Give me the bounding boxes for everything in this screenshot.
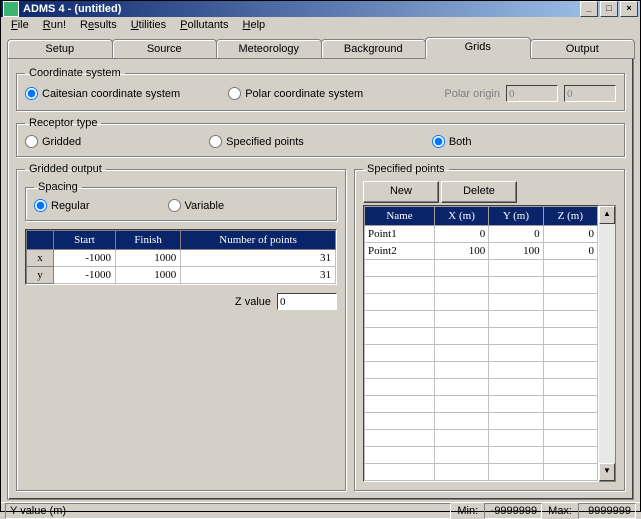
col-start: Start [54,231,116,250]
menu-help[interactable]: Help [237,18,272,32]
tab-source[interactable]: Source [112,39,218,59]
coordinate-system-group: Coordinate system Caitesian coordinate s… [16,67,625,111]
radio-polar[interactable]: Polar coordinate system [228,87,363,100]
close-button[interactable]: × [620,1,638,17]
table-row[interactable] [365,396,598,413]
spacing-group: Spacing Regular Variable [25,181,337,221]
table-row[interactable]: Point2 100 100 0 [365,243,598,260]
tab-meteorology[interactable]: Meteorology [216,39,322,59]
radio-specified-input[interactable] [209,135,222,148]
table-row[interactable] [365,345,598,362]
scroll-down-icon[interactable]: ▼ [599,463,615,481]
status-min: -9999999 [484,503,542,519]
z-value-input[interactable] [277,293,337,310]
spacing-legend: Spacing [34,181,82,193]
scroll-track[interactable] [599,224,615,463]
radio-regular[interactable]: Regular [34,199,90,212]
specified-scrollbar[interactable]: ▲ ▼ [599,205,616,482]
specified-points-group: Specified points New Delete Name X (m) [354,163,625,491]
tab-output[interactable]: Output [530,39,636,59]
minimize-button[interactable]: _ [580,1,598,17]
specified-points-legend: Specified points [363,163,449,175]
menu-run[interactable]: Run! [37,18,72,32]
table-row[interactable]: y -1000 1000 31 [27,267,336,284]
app-icon [3,1,19,17]
tab-grids[interactable]: Grids [425,37,531,59]
receptor-type-group: Receptor type Gridded Specified points B… [16,117,625,157]
table-row[interactable] [365,379,598,396]
z-value-label: Z value [235,296,271,308]
menu-results[interactable]: Results [74,18,123,32]
menu-pollutants[interactable]: Pollutants [174,18,234,32]
radio-variable-input[interactable] [168,199,181,212]
radio-gridded[interactable]: Gridded [25,135,81,148]
polar-origin-label: Polar origin [444,88,500,100]
menu-utilities[interactable]: Utilities [125,18,172,32]
tab-strip: Setup Source Meteorology Background Grid… [7,37,634,59]
status-field: Y value (m) [5,503,451,519]
status-min-label: Min: [457,505,478,517]
gridded-table-wrap: Start Finish Number of points x -1000 10… [25,229,337,285]
radio-both-input[interactable] [432,135,445,148]
radio-variable[interactable]: Variable [168,199,225,212]
statusbar: Y value (m) Min: -9999999 Max: 9999999 [1,502,640,519]
table-row[interactable] [365,277,598,294]
specified-table-wrap: Name X (m) Y (m) Z (m) Point1 0 0 0 [363,205,599,482]
radio-regular-input[interactable] [34,199,47,212]
table-row[interactable] [365,447,598,464]
radio-cartesian[interactable]: Caitesian coordinate system [25,87,180,100]
table-row[interactable] [365,413,598,430]
table-row[interactable] [365,294,598,311]
polar-origin-y [564,85,616,102]
table-row[interactable] [365,311,598,328]
col-finish: Finish [115,231,180,250]
radio-polar-input[interactable] [228,87,241,100]
radio-gridded-input[interactable] [25,135,38,148]
polar-origin-x [506,85,558,102]
receptor-type-legend: Receptor type [25,117,101,129]
tab-background[interactable]: Background [321,39,427,59]
gridded-output-legend: Gridded output [25,163,106,175]
new-button[interactable]: New [363,181,439,203]
maximize-button[interactable]: □ [600,1,618,17]
menu-file[interactable]: File [5,18,35,32]
sp-col-name: Name [365,207,435,226]
menubar: File Run! Results Utilities Pollutants H… [1,17,640,33]
tab-page-grids: Coordinate system Caitesian coordinate s… [7,59,634,500]
specified-points-table[interactable]: Name X (m) Y (m) Z (m) Point1 0 0 0 [364,206,598,481]
tab-setup[interactable]: Setup [7,39,113,59]
app-window: ADMS 4 - (untitled) _ □ × File Run! Resu… [0,0,641,512]
sp-col-y: Y (m) [489,207,543,226]
titlebar: ADMS 4 - (untitled) _ □ × [1,1,640,17]
col-npoints: Number of points [181,231,336,250]
coordinate-system-legend: Coordinate system [25,67,125,79]
delete-button[interactable]: Delete [441,181,517,203]
gridded-table[interactable]: Start Finish Number of points x -1000 10… [26,230,336,284]
client-area: Setup Source Meteorology Background Grid… [1,33,640,502]
table-row[interactable]: x -1000 1000 31 [27,250,336,267]
table-row[interactable] [365,362,598,379]
sp-col-x: X (m) [434,207,488,226]
status-max-label: Max: [548,505,572,517]
status-max: 9999999 [578,503,636,519]
radio-cartesian-input[interactable] [25,87,38,100]
radio-both[interactable]: Both [432,135,472,148]
col-axis [27,231,54,250]
table-row[interactable] [365,464,598,481]
radio-specified[interactable]: Specified points [209,135,304,148]
sp-col-z: Z (m) [543,207,597,226]
table-row[interactable] [365,328,598,345]
table-row[interactable]: Point1 0 0 0 [365,226,598,243]
scroll-up-icon[interactable]: ▲ [599,206,615,224]
gridded-output-group: Gridded output Spacing Regular Variable [16,163,346,491]
window-title: ADMS 4 - (untitled) [23,3,121,15]
table-row[interactable] [365,260,598,277]
table-row[interactable] [365,430,598,447]
